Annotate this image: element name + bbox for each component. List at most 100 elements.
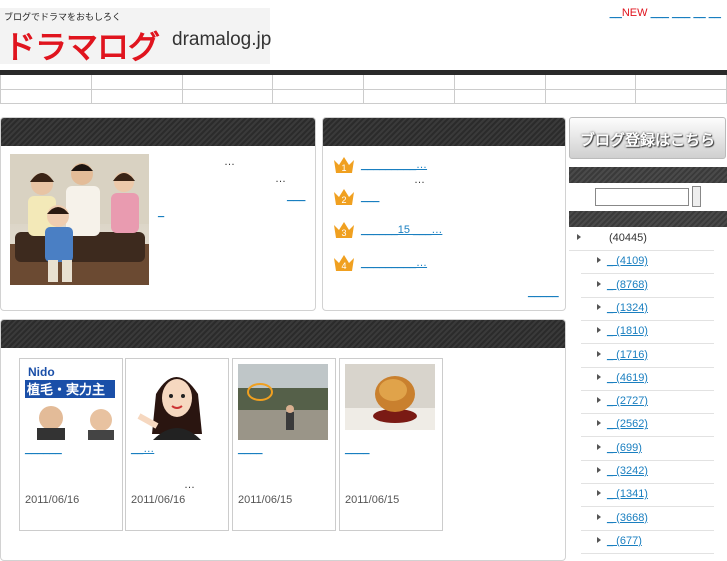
feature-link[interactable]: ___ (287, 190, 305, 202)
ranking-title[interactable]: ______15 ___… (361, 224, 442, 236)
post-card[interactable]: Nido 植毛・実力主 ______ 2011/06/16 (19, 358, 123, 531)
category-label[interactable]: _ (4619) (607, 372, 648, 384)
post-card[interactable]: __… … 2011/06/16 (125, 358, 229, 531)
category-label[interactable]: _ (3668) (607, 512, 648, 524)
nav-item[interactable] (544, 75, 636, 103)
new-posts-panel: Nido 植毛・実力主 ______ 2011/06/16 __… … 2011… (0, 319, 566, 561)
post-thumbnail[interactable]: Nido 植毛・実力主 (25, 364, 115, 440)
ranking-more-link[interactable]: _____ (528, 286, 559, 298)
post-title[interactable]: ____ (345, 443, 369, 455)
arrow-right-icon (597, 536, 601, 543)
header-link-1[interactable]: __ (610, 7, 622, 19)
category-label[interactable]: _ (3242) (607, 465, 648, 477)
blog-register-button[interactable]: ブログ登録はこちら (569, 117, 726, 159)
arrow-right-icon (597, 513, 601, 520)
category-label[interactable]: _ (2562) (607, 418, 648, 430)
post-card[interactable]: ____ 2011/06/15 (339, 358, 443, 531)
category-label[interactable]: _ (1810) (607, 325, 648, 337)
category-label[interactable]: _ (1716) (607, 349, 648, 361)
category-label[interactable]: _ (2727) (607, 395, 648, 407)
category-item[interactable]: _ (4109) (581, 251, 714, 275)
nav-item[interactable] (90, 75, 182, 103)
post-title[interactable]: ____ (238, 443, 262, 455)
post-thumbnail[interactable] (131, 364, 221, 440)
nav-item[interactable] (363, 75, 454, 103)
arrow-right-icon (577, 234, 581, 240)
category-label[interactable]: _ (1341) (607, 488, 648, 500)
category-label[interactable]: _ (8768) (607, 279, 648, 291)
category-item[interactable]: _ (4619) (581, 368, 714, 391)
crown-icon: 2 (334, 189, 354, 205)
logo-domain: dramalog.jp (172, 29, 272, 50)
category-item[interactable]: _ (1716) (581, 345, 714, 368)
nav-item[interactable] (181, 75, 273, 103)
category-item[interactable]: _ (699) (581, 438, 714, 461)
category-item[interactable]: _ (2727) (581, 391, 714, 415)
search-input[interactable] (595, 188, 689, 206)
header-link-4[interactable]: __ (693, 7, 705, 19)
category-item[interactable]: _ (8768) (581, 275, 714, 298)
feature-line-2: … (275, 173, 286, 185)
post-card[interactable]: ____ 2011/06/15 (232, 358, 336, 531)
new-link[interactable]: NEW (622, 7, 648, 19)
ranking-title[interactable]: ___ (361, 191, 379, 203)
category-item[interactable]: (40445) (569, 228, 714, 251)
ad-headline: 植毛・実力主 (26, 382, 105, 398)
category-item[interactable]: _ (1341) (581, 484, 714, 508)
post-date: 2011/06/16 (25, 494, 80, 506)
category-item[interactable]: _ (3668) (581, 508, 714, 531)
header-link-2[interactable]: ___ (651, 7, 669, 19)
crown-icon: 4 (334, 255, 354, 271)
category-label[interactable]: _ (1324) (607, 302, 648, 314)
arrow-right-icon (597, 350, 601, 357)
category-label[interactable]: _ (4109) (607, 255, 648, 267)
ranking-title[interactable]: _________… (361, 257, 427, 269)
ranking-panel: 1 _________… … 2 ___ 3 ______15 ___… 4 _… (322, 117, 566, 311)
rank-number: 2 (341, 195, 346, 205)
ranking-sub: … (414, 174, 425, 186)
post-date: 2011/06/16 (131, 494, 186, 506)
post-thumbnail[interactable] (238, 364, 328, 440)
category-label[interactable]: _ (699) (607, 442, 642, 454)
search-button[interactable] (692, 186, 701, 207)
header-link-5[interactable]: __ (709, 7, 721, 19)
arrow-right-icon (597, 257, 601, 264)
category-item[interactable]: _ (1810) (581, 321, 714, 345)
header-link-3[interactable]: ___ (672, 7, 690, 19)
arrow-right-icon (597, 467, 601, 473)
post-title[interactable]: __… (131, 443, 154, 455)
arrow-right-icon (597, 490, 601, 497)
blog-register-label: ブログ登録はこちら (579, 132, 715, 149)
nav-item[interactable] (272, 75, 363, 103)
search-header (569, 167, 727, 183)
feature-panel-header (1, 118, 315, 146)
category-header (569, 211, 727, 227)
arrow-right-icon (597, 280, 601, 287)
category-label[interactable]: _ (677) (607, 535, 642, 547)
post-thumbnail[interactable] (345, 364, 435, 430)
feature-panel: … … ___ _ (0, 117, 316, 311)
feature-link-2[interactable]: _ (158, 206, 164, 218)
crown-icon: 1 (334, 157, 354, 173)
category-item[interactable]: _ (677) (581, 531, 714, 554)
category-item[interactable]: _ (1324) (581, 298, 714, 321)
post-title[interactable]: ______ (25, 443, 62, 455)
nav-item[interactable] (453, 75, 545, 103)
crown-icon: 3 (334, 222, 354, 238)
category-item[interactable]: _ (3242) (581, 461, 714, 484)
ranking-panel-header (323, 118, 565, 146)
arrow-right-icon (597, 420, 601, 427)
arrow-right-icon (597, 373, 601, 380)
post-snippet: … (184, 479, 195, 491)
feature-line-1: … (224, 156, 235, 168)
arrow-right-icon (597, 443, 601, 450)
site-logo[interactable]: ブログでドラマをおもしろく ドラマログ dramalog.jp (0, 8, 272, 66)
category-item[interactable]: _ (2562) (581, 414, 714, 438)
nav-item[interactable] (635, 75, 726, 103)
nav-item[interactable] (1, 75, 91, 103)
arrow-right-icon (597, 303, 601, 310)
header-links: __NEW ___ ___ __ __ (610, 7, 721, 19)
arrow-right-icon (597, 397, 601, 404)
ranking-title[interactable]: _________… (361, 159, 427, 171)
family-photo[interactable] (10, 154, 149, 285)
